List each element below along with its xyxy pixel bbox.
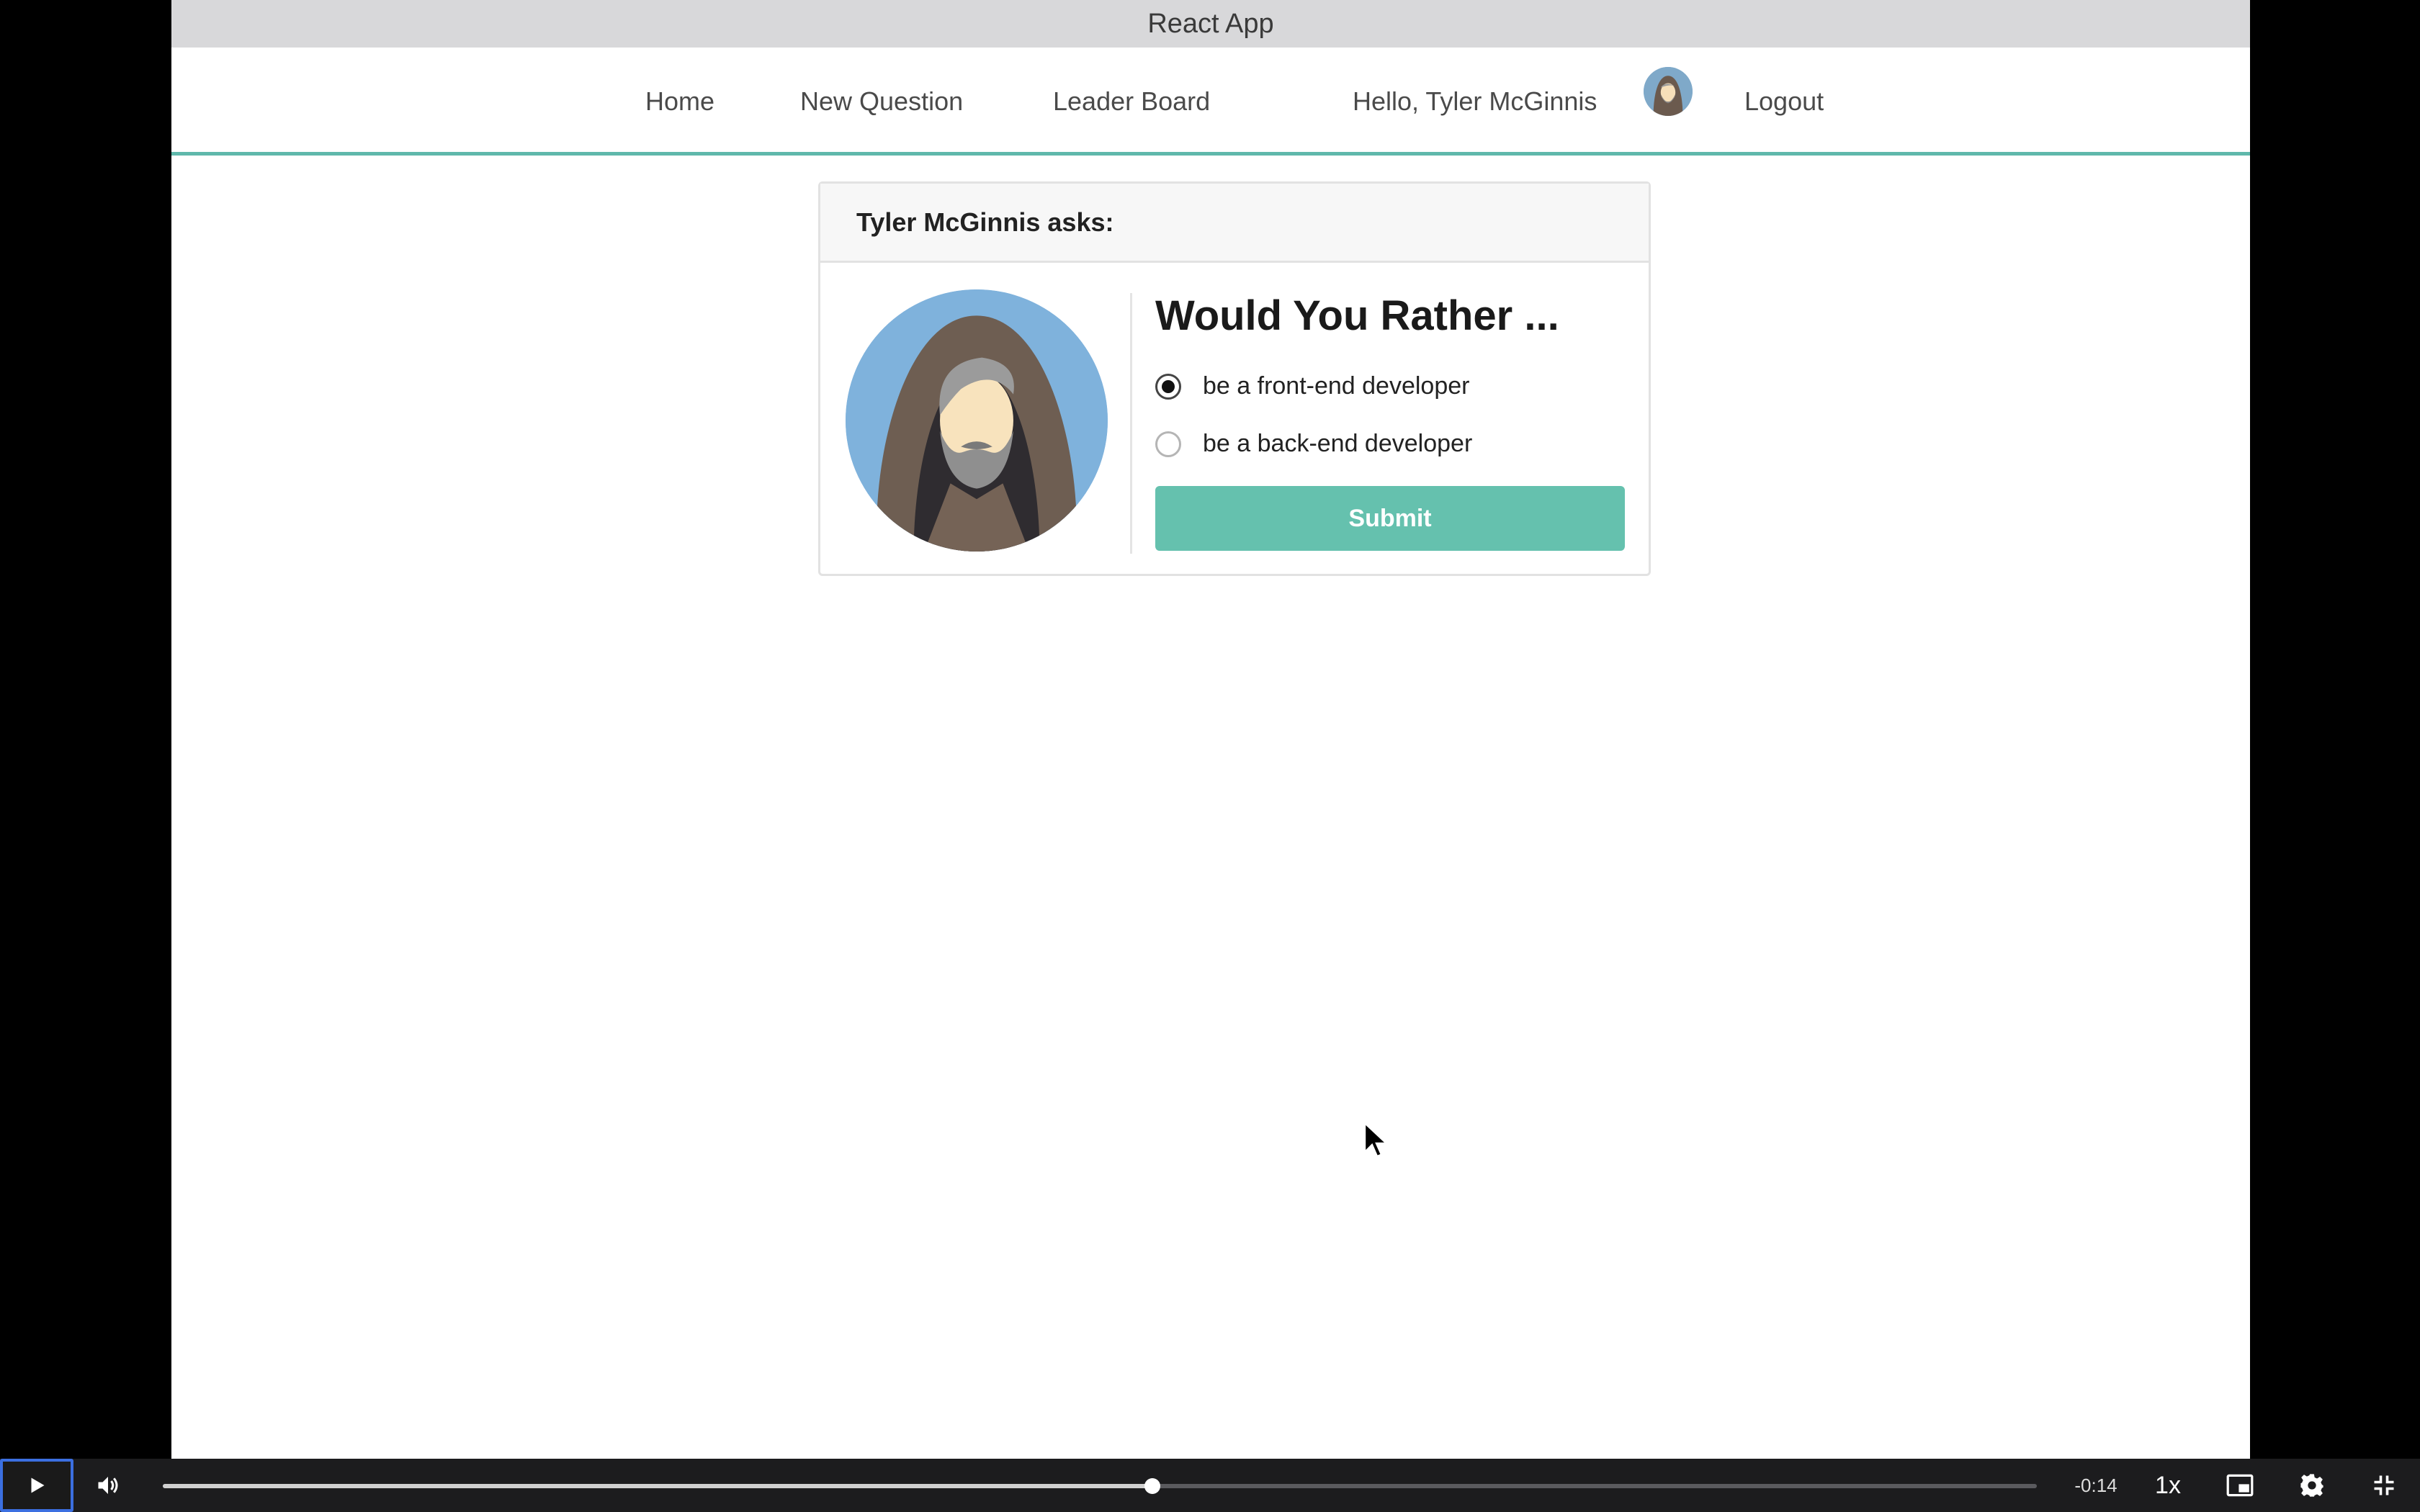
video-controls: -0:14 1x — [0, 1459, 2420, 1512]
nav-leader-board-link[interactable]: Leader Board — [1053, 86, 1210, 117]
author-avatar — [846, 289, 1108, 552]
option-back-end[interactable]: be a back-end developer — [1155, 430, 1472, 458]
user-greeting: Hello, Tyler McGinnis — [1353, 86, 1597, 116]
browser-window: React App Home New Question Leader Board… — [171, 0, 2250, 1459]
time-remaining: -0:14 — [2074, 1474, 2118, 1496]
card-divider — [1130, 293, 1132, 554]
nav-bar: Home New Question Leader Board Hello, Ty… — [171, 48, 2250, 156]
volume-button[interactable] — [86, 1459, 130, 1512]
settings-button[interactable] — [2290, 1459, 2334, 1512]
question-title: Would You Rather ... — [1155, 292, 1559, 339]
progress-scrubber-handle[interactable] — [1144, 1478, 1160, 1494]
option-label: be a front-end developer — [1203, 372, 1470, 400]
hooded-avatar-icon — [1644, 67, 1693, 116]
video-progress-bar[interactable] — [163, 1478, 2037, 1494]
user-avatar — [1644, 67, 1693, 116]
question-card: Tyler McGinnis asks: Would You Rather ..… — [818, 181, 1651, 576]
picture-in-picture-button[interactable] — [2218, 1459, 2262, 1512]
nav-logout-link[interactable]: Logout — [1744, 86, 1824, 117]
radio-button-selected[interactable] — [1155, 373, 1181, 400]
playback-speed-button[interactable]: 1x — [2146, 1459, 2190, 1512]
nav-new-question-link[interactable]: New Question — [800, 86, 963, 117]
mouse-cursor-icon — [1363, 1122, 1389, 1158]
radio-button[interactable] — [1155, 431, 1181, 457]
exit-fullscreen-button[interactable] — [2362, 1459, 2406, 1512]
volume-icon — [98, 1477, 118, 1494]
gear-icon — [2300, 1474, 2323, 1497]
submit-button[interactable]: Submit — [1155, 486, 1625, 551]
progress-fill — [163, 1484, 1152, 1488]
exit-fullscreen-icon — [2374, 1475, 2394, 1495]
picture-in-picture-icon — [2226, 1474, 2254, 1497]
window-titlebar: React App — [171, 0, 2250, 48]
nav-home-link[interactable]: Home — [645, 86, 714, 117]
option-label: be a back-end developer — [1203, 430, 1473, 457]
play-button[interactable] — [0, 1459, 73, 1512]
question-author: Tyler McGinnis asks: — [856, 207, 1114, 237]
option-front-end[interactable]: be a front-end developer — [1155, 372, 1469, 400]
play-icon — [31, 1477, 45, 1493]
screen: React App Home New Question Leader Board… — [0, 0, 2420, 1512]
window-title: React App — [1147, 8, 1274, 39]
card-header: Tyler McGinnis asks: — [820, 184, 1649, 263]
hooded-avatar-icon — [846, 289, 1108, 552]
